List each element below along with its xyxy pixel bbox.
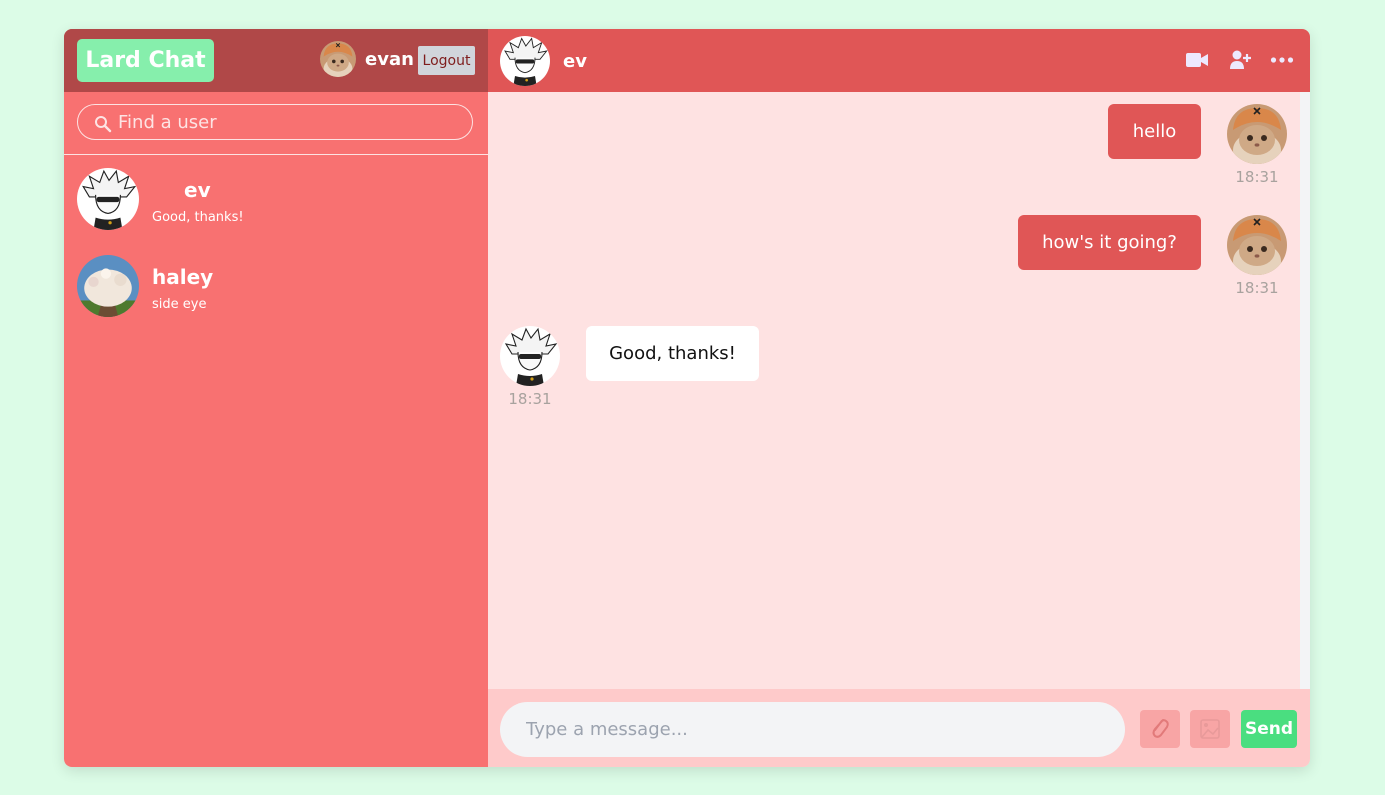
search-area — [64, 92, 488, 155]
scrollbar[interactable] — [1300, 92, 1310, 689]
chat-list-item[interactable]: haley side eye — [64, 255, 488, 325]
chat-panel: ev hello 18:31 how's it going? 18:31 18:… — [488, 29, 1310, 767]
sidebar: Lard Chat evan Logout ev Good, thanks! h… — [64, 29, 488, 767]
add-user-icon[interactable] — [1229, 49, 1251, 71]
image-button[interactable] — [1190, 710, 1230, 748]
chat-last-message: side eye — [152, 297, 207, 312]
chat-list-item[interactable]: ev Good, thanks! — [64, 168, 488, 238]
message-bubble: how's it going? — [1018, 215, 1201, 270]
message-time: 18:31 — [508, 390, 552, 408]
avatar — [77, 255, 139, 317]
user-avatar — [320, 41, 356, 77]
message-list: hello 18:31 how's it going? 18:31 18:31 … — [488, 92, 1300, 689]
message-time: 18:31 — [1235, 168, 1279, 186]
peer-avatar — [500, 36, 550, 86]
composer: Send — [488, 689, 1310, 767]
sender-avatar — [1227, 104, 1287, 164]
logout-button[interactable]: Logout — [418, 46, 475, 75]
chat-name: ev — [184, 178, 211, 202]
image-icon — [1200, 719, 1220, 739]
chat-name: haley — [152, 265, 214, 289]
more-icon[interactable] — [1270, 49, 1294, 71]
send-button[interactable]: Send — [1241, 710, 1297, 748]
peer-name: ev — [563, 51, 587, 72]
chat-header: ev — [488, 29, 1310, 92]
message-bubble: hello — [1108, 104, 1201, 159]
message-input[interactable] — [500, 702, 1125, 757]
chat-last-message: Good, thanks! — [152, 210, 244, 225]
search-input[interactable] — [118, 110, 458, 134]
avatar — [77, 168, 139, 230]
sender-avatar — [500, 326, 560, 386]
chat-app: Lard Chat evan Logout ev Good, thanks! h… — [64, 29, 1310, 767]
message-bubble: Good, thanks! — [586, 326, 759, 381]
video-icon[interactable] — [1185, 49, 1209, 71]
app-logo: Lard Chat — [77, 39, 214, 82]
attach-icon — [1152, 719, 1169, 738]
search-icon — [95, 116, 112, 133]
user-name: evan — [365, 49, 414, 70]
message-time: 18:31 — [1235, 279, 1279, 297]
sidebar-header: Lard Chat evan Logout — [64, 29, 488, 92]
sender-avatar — [1227, 215, 1287, 275]
attach-button[interactable] — [1140, 710, 1180, 748]
search-box[interactable] — [77, 104, 473, 140]
